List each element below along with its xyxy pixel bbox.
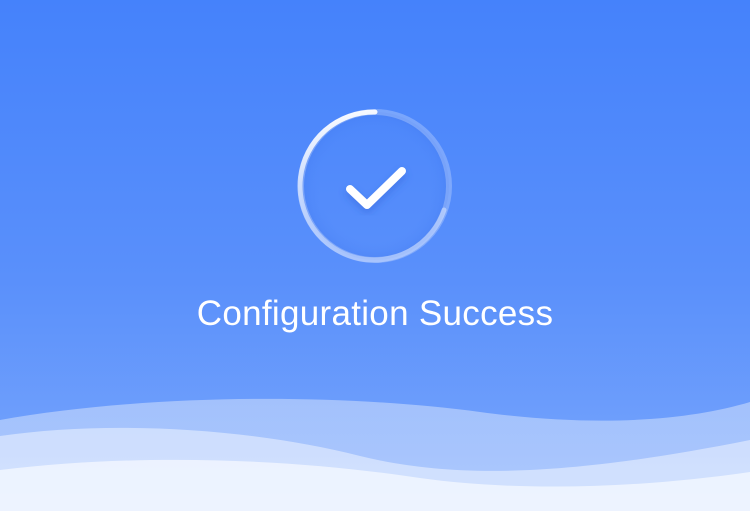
configuration-success-screen: Configuration Success [0,0,750,511]
check-circle-icon [294,105,456,267]
status-title: Configuration Success [196,294,554,333]
